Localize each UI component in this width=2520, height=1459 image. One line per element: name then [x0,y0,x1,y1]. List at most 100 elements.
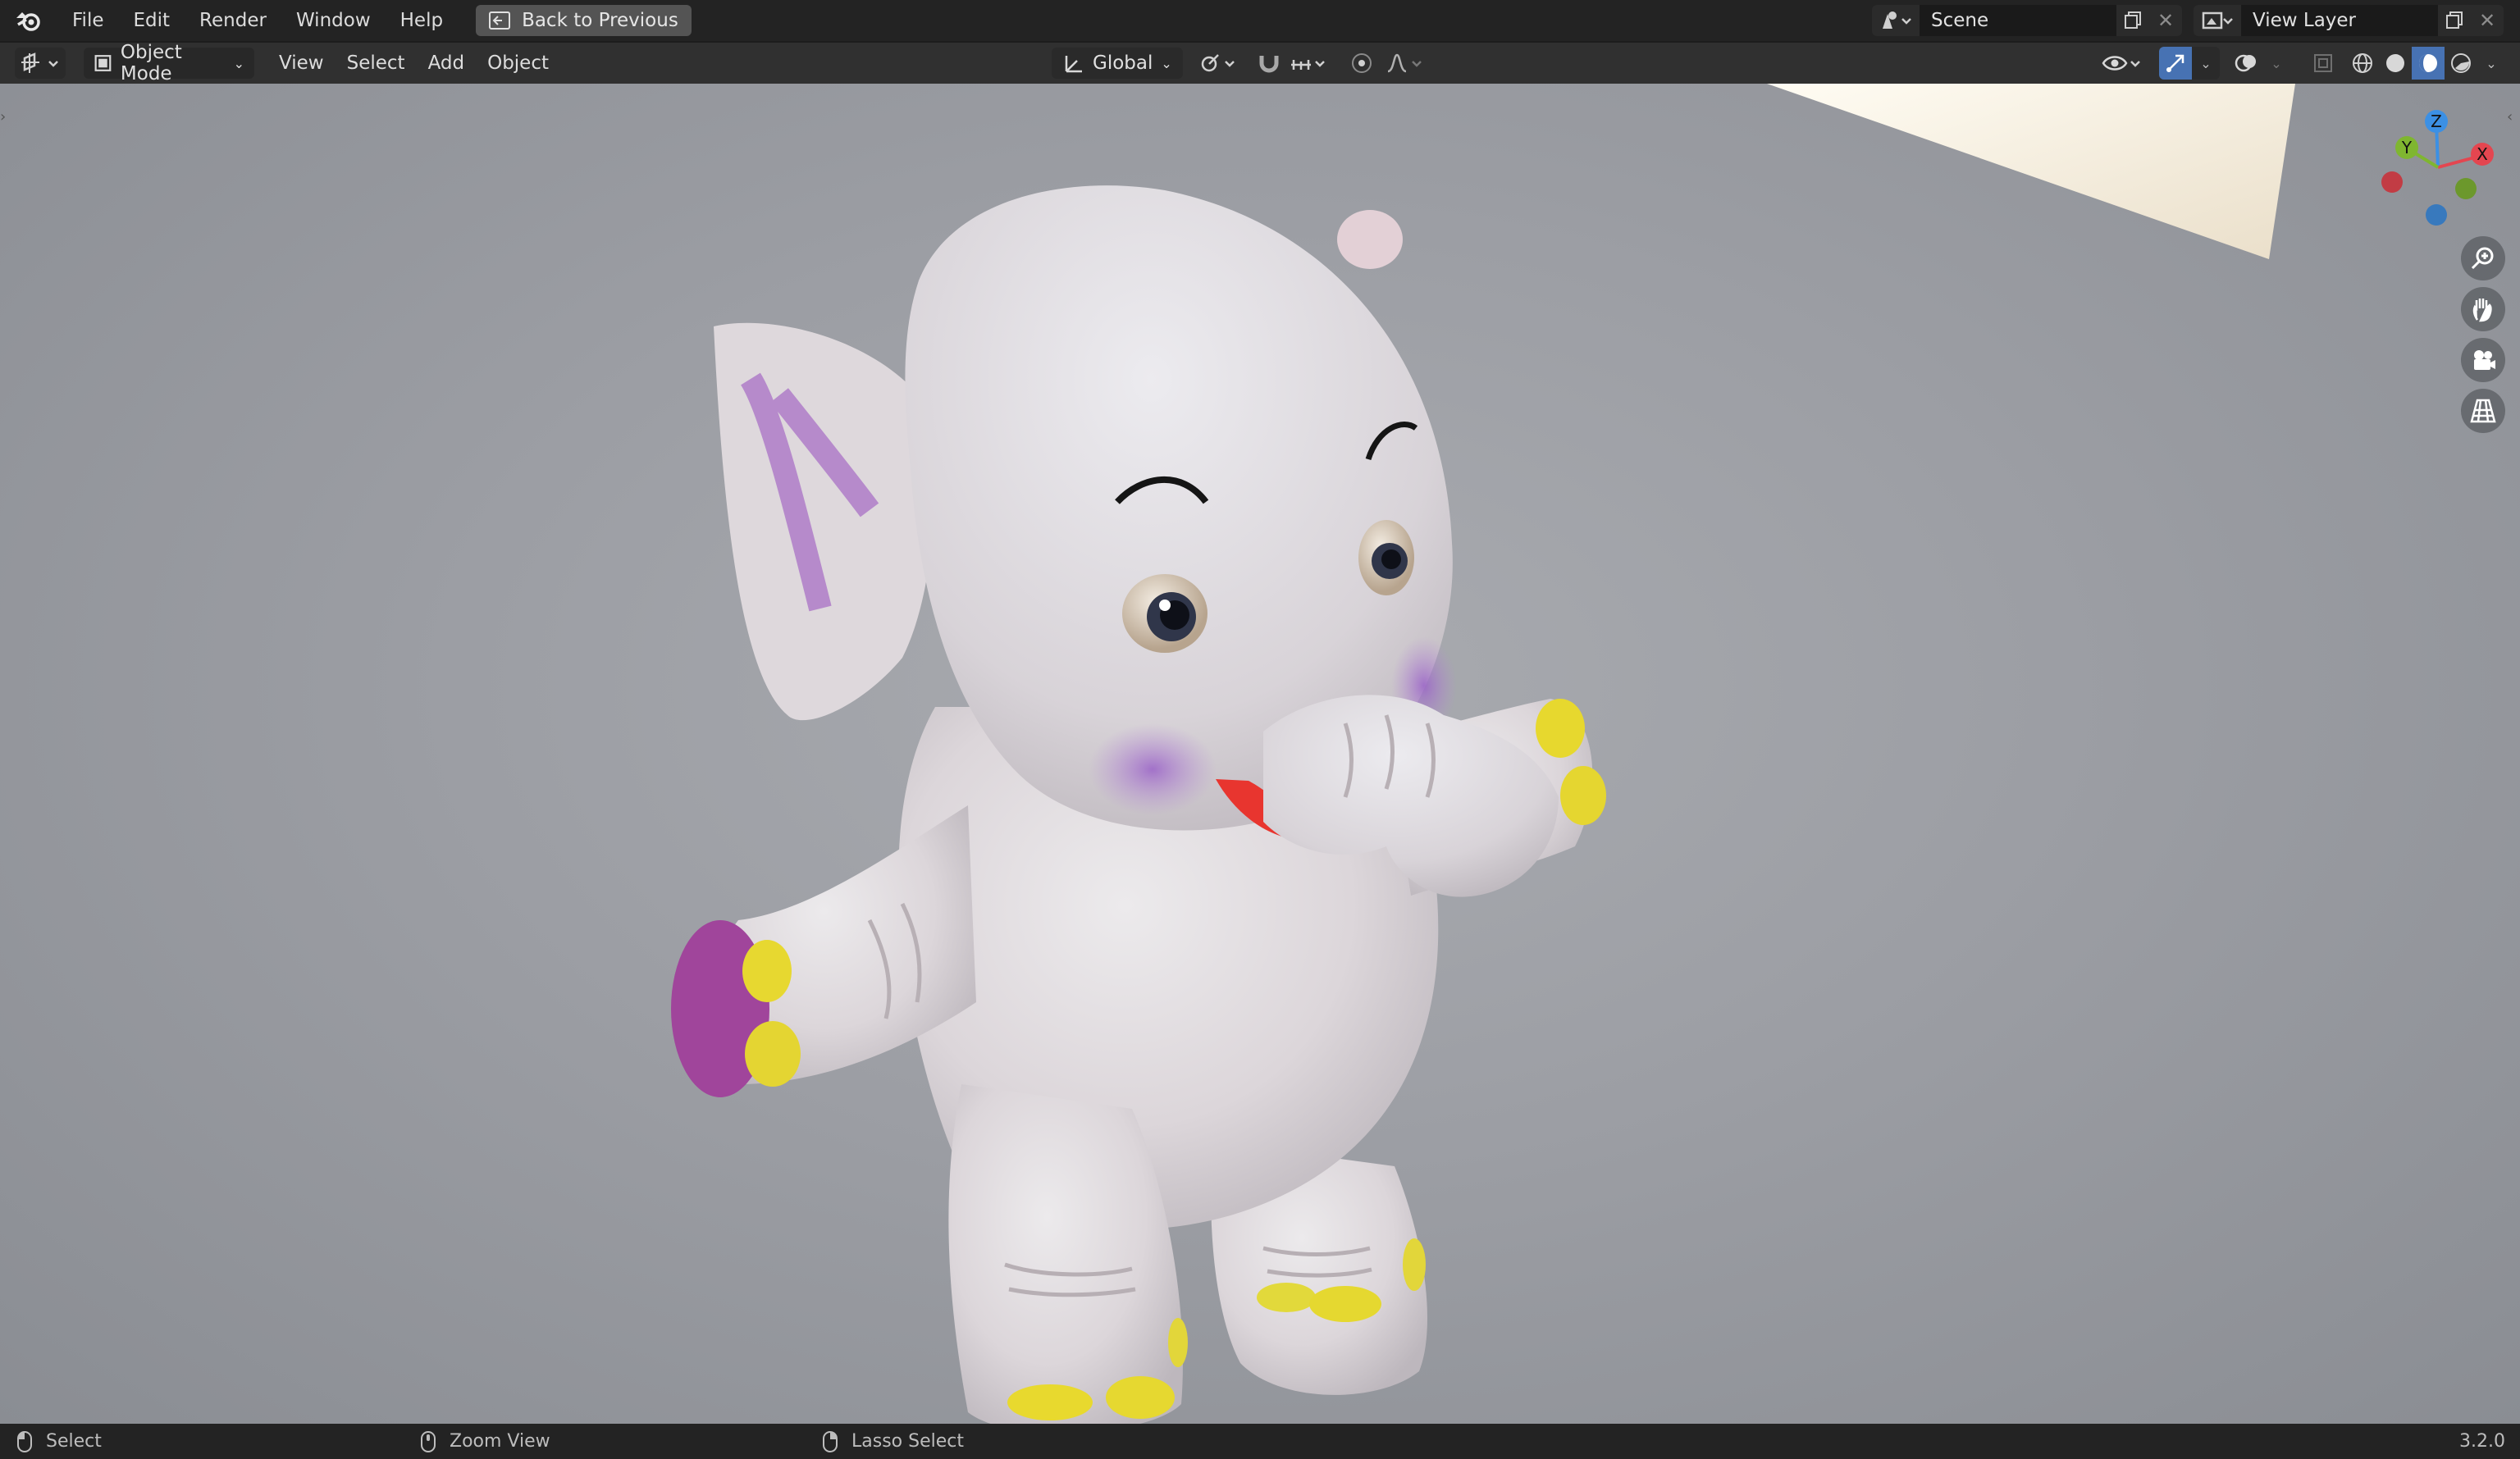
copy-icon [2446,11,2463,29]
view-layer-icon [2202,11,2233,30]
view-layer-selector: View Layer ✕ [2194,5,2504,36]
toggle-perspective-button[interactable] [2461,389,2505,433]
gizmo-options-dropdown[interactable]: ⌄ [2192,47,2220,80]
chevron-down-icon: ⌄ [2486,55,2497,71]
editor-type-button[interactable] [15,48,66,79]
blender-window: File Edit Render Window Help Back to Pre… [0,0,2520,1459]
gizmo-icon [2166,54,2184,72]
blender-logo-icon[interactable] [0,0,57,41]
menu-edit[interactable]: Edit [119,0,185,41]
proportional-editing-icon [1352,53,1372,73]
snap-target-dropdown[interactable] [1286,48,1332,79]
solid-sphere-icon [2386,54,2404,72]
menu-window[interactable]: Window [281,0,386,41]
camera-icon [2474,350,2495,370]
shading-wireframe-button[interactable] [2346,47,2379,80]
back-screen-icon [489,11,511,30]
back-to-previous-label: Back to Previous [522,10,678,31]
navigation-gizmo[interactable]: Z X Y [2381,110,2494,226]
camera-view-button[interactable] [2461,338,2505,382]
show-gizmo-toggle[interactable] [2159,47,2192,80]
object-mode-dropdown[interactable]: Object Mode ⌄ [84,42,254,84]
material-sphere-icon [2419,54,2437,72]
sidebar-region-toggle[interactable]: ‹ [2507,108,2520,133]
grid-perspective-icon [2470,399,2496,423]
gizmo-x-label: X [2477,144,2488,164]
header-menu-select[interactable]: Select [336,52,417,74]
overlays-icon [2235,54,2256,72]
pan-view-button[interactable] [2461,287,2505,331]
scene-browse-button[interactable] [1872,5,1920,36]
shading-rendered-button[interactable] [2445,47,2477,80]
gizmo-neg-x-axis [2381,171,2403,193]
status-select-label: Select [46,1431,102,1452]
scene-selector: Scene ✕ [1872,5,2182,36]
menu-help[interactable]: Help [386,0,458,41]
status-lasso-select: Lasso Select [822,1430,964,1453]
scene-name-field[interactable]: Scene [1920,5,2116,36]
visibility-selectability-dropdown[interactable] [2097,48,2149,79]
object-mode-icon [94,55,112,71]
snap-toggle[interactable] [1252,48,1286,79]
xray-icon [2314,54,2332,72]
header-menus: View Select Add Object [267,52,560,74]
shading-solid-button[interactable] [2379,47,2412,80]
close-icon: ✕ [2478,9,2496,32]
transform-orientation-dropdown[interactable]: Global ⌄ [1052,48,1183,79]
view-layer-name-field[interactable]: View Layer [2241,5,2438,36]
toolbar-region-toggle[interactable]: › [0,108,13,133]
orientation-global-icon [1065,56,1082,73]
zoom-icon [2471,247,2494,270]
gizmo-neg-z-axis [2426,204,2447,226]
back-to-previous-button[interactable]: Back to Previous [476,5,692,36]
xray-toggle[interactable] [2307,48,2340,79]
proportional-falloff-dropdown[interactable] [1381,48,1431,79]
hand-icon [2472,299,2492,322]
new-view-layer-button[interactable] [2438,5,2471,36]
mouse-right-icon [823,1430,838,1452]
status-bar: Select Zoom View Lasso Select 3.2.0 [0,1424,2520,1459]
falloff-curve-icon [1387,53,1422,73]
header-menu-add[interactable]: Add [417,52,477,74]
3d-viewport-icon [21,52,58,73]
gizmo-y-label: Y [2401,138,2413,157]
transform-orientation-label: Global [1093,52,1153,74]
gizmo-neg-y-axis [2455,178,2477,199]
3d-viewport[interactable]: Z X Y › ‹ [0,84,2520,1424]
viewport-header: Object Mode ⌄ View Select Add Object Glo… [0,42,2520,84]
show-overlays-toggle[interactable] [2230,47,2262,80]
mouse-left-icon [17,1430,32,1452]
wireframe-sphere-icon [2353,53,2372,73]
mouse-middle-icon [421,1430,436,1452]
chevron-down-icon: ⌄ [1161,55,1172,71]
rendered-sphere-icon [2451,53,2471,73]
shading-options-dropdown[interactable]: ⌄ [2479,48,2504,79]
chevron-down-icon: ⌄ [233,55,244,71]
top-bar: File Edit Render Window Help Back to Pre… [0,0,2520,41]
copy-icon [2125,11,2141,29]
scene-icon [1883,11,1911,29]
view-layer-browse-button[interactable] [2194,5,2241,36]
gizmo-z-label: Z [2431,112,2442,131]
delete-view-layer-button[interactable]: ✕ [2471,5,2504,36]
new-scene-button[interactable] [2116,5,2149,36]
object-mode-label: Object Mode [120,42,182,84]
delete-scene-button[interactable]: ✕ [2149,5,2182,36]
menu-file[interactable]: File [57,0,119,41]
header-menu-object[interactable]: Object [476,52,560,74]
header-menu-view[interactable]: View [267,52,336,74]
status-select: Select [16,1430,102,1453]
blender-version: 3.2.0 [2459,1431,2505,1452]
status-zoom-view-label: Zoom View [450,1431,550,1452]
snap-increment-icon [1291,60,1325,70]
status-zoom-view: Zoom View [420,1430,550,1453]
proportional-editing-toggle[interactable] [1345,48,1378,79]
pivot-point-dropdown[interactable] [1194,48,1244,79]
pivot-icon [1201,54,1235,72]
zoom-view-button[interactable] [2461,236,2505,280]
menu-render[interactable]: Render [185,0,281,41]
overlays-options-dropdown[interactable]: ⌄ [2264,48,2289,79]
eye-icon [2102,56,2140,71]
status-lasso-select-label: Lasso Select [851,1431,964,1452]
shading-material-preview-button[interactable] [2412,47,2445,80]
